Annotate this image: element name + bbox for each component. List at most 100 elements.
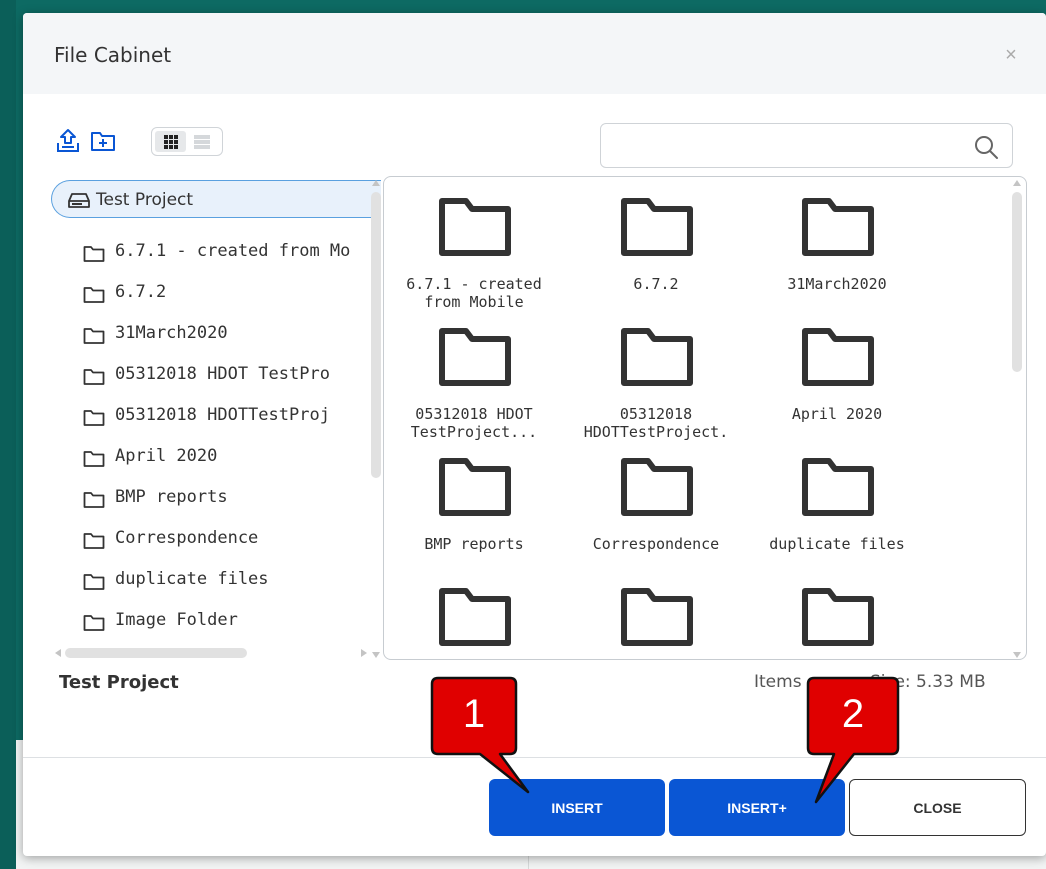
grid-item-label: 31March2020 — [750, 275, 924, 293]
tree-root-label: Test Project — [96, 190, 194, 210]
tree-item[interactable]: Correspondence — [83, 524, 383, 554]
grid-folder-item[interactable]: 6.7.1 - created from Mobile — [387, 191, 557, 321]
grid-item-label: 6.7.2 — [569, 275, 743, 293]
tree-item[interactable]: 6.7.1 - created from Mo — [83, 237, 383, 267]
grid-folder-item[interactable]: BMP reports — [387, 451, 557, 581]
dialog-close-icon[interactable]: × — [999, 43, 1023, 67]
grid-folder-item[interactable]: 05312018 HDOT TestProject... — [387, 321, 557, 451]
grid-folder-item[interactable]: April 2020 — [750, 321, 920, 451]
grid-folder-item[interactable]: duplicate files — [750, 451, 920, 581]
folder-icon — [802, 588, 874, 646]
view-toggle — [151, 127, 223, 156]
search-input[interactable] — [609, 132, 959, 160]
upload-icon[interactable] — [56, 128, 80, 154]
callout-1-label: 1 — [462, 692, 486, 736]
grid-view-icon — [163, 134, 178, 149]
tree-item[interactable]: 05312018 HDOTTestProj — [83, 401, 383, 431]
scroll-up-icon[interactable] — [1012, 178, 1022, 188]
folder-icon — [83, 615, 105, 631]
folder-tree: Test Project 6.7.1 - created from Mo 6.7.… — [49, 176, 385, 660]
callout-2-label: 2 — [841, 692, 865, 736]
tree-item-label: 6.7.2 — [115, 282, 167, 302]
search-box — [600, 123, 1013, 168]
grid-folder-item[interactable] — [750, 581, 920, 659]
grid-item-label-line1: 31March2020 — [787, 275, 887, 293]
grid-view-button[interactable] — [155, 131, 186, 152]
grid-folder-item[interactable]: Correspondence — [569, 451, 739, 581]
tree-item[interactable]: 6.7.2 — [83, 278, 383, 308]
scroll-left-icon[interactable] — [53, 648, 63, 658]
grid-item-label-line1: 6.7.2 — [633, 275, 679, 293]
scroll-right-icon[interactable] — [359, 648, 369, 658]
grid-item-label-line2: from Mobile — [424, 293, 524, 311]
tree-item[interactable]: BMP reports — [83, 483, 383, 513]
grid-item-label-line1: duplicate files — [769, 535, 905, 553]
folder-icon — [621, 328, 693, 386]
tree-item-label: 05312018 HDOT TestPro — [115, 364, 330, 384]
tree-vertical-scroll-thumb[interactable] — [371, 192, 381, 478]
grid-item-label: duplicate files — [750, 535, 924, 553]
grid-item-label: 6.7.1 - created from Mobile — [387, 275, 561, 311]
grid-item-label-line1: 6.7.1 - created — [406, 275, 542, 293]
search-icon[interactable] — [973, 134, 999, 160]
folder-icon — [802, 458, 874, 516]
folder-icon — [802, 328, 874, 386]
scroll-down-icon[interactable] — [1012, 650, 1022, 660]
dialog-title: File Cabinet — [54, 43, 172, 67]
folder-icon — [621, 458, 693, 516]
tree-item-label: duplicate files — [115, 569, 269, 589]
folder-icon — [83, 246, 105, 262]
folder-icon — [83, 492, 105, 508]
tree-item[interactable]: duplicate files — [83, 565, 383, 595]
folder-icon — [439, 328, 511, 386]
tree-item-label: 6.7.1 - created from Mo — [115, 241, 351, 261]
tree-item-label: 31March2020 — [115, 323, 228, 343]
tree-item[interactable]: 05312018 HDOT TestPro — [83, 360, 383, 390]
tree-horizontal-scrollbar[interactable] — [53, 646, 369, 660]
folder-icon — [83, 287, 105, 303]
folder-icon — [802, 198, 874, 256]
grid-folder-item[interactable]: 05312018 HDOTTestProject. — [569, 321, 739, 451]
tree-vertical-scrollbar[interactable] — [369, 178, 383, 660]
tree-item[interactable]: 31March2020 — [83, 319, 383, 349]
tree-item[interactable]: Image Folder — [83, 606, 383, 636]
grid-item-label-line1: Correspondence — [592, 535, 720, 553]
folder-icon — [83, 410, 105, 426]
tree-item-label: Image Folder — [115, 610, 238, 630]
folder-icon — [83, 328, 105, 344]
tree-root-item[interactable]: Test Project — [51, 180, 381, 218]
folder-icon — [621, 198, 693, 256]
folder-icon — [83, 533, 105, 549]
grid-item-label-line2: TestProject... — [410, 423, 538, 441]
tree-item[interactable]: April 2020 — [83, 442, 383, 472]
grid-folder-item[interactable] — [569, 581, 739, 659]
grid-folder-item[interactable]: 31March2020 — [750, 191, 920, 321]
folder-icon — [83, 369, 105, 385]
items-count-label: Items — [754, 672, 802, 692]
scroll-up-icon[interactable] — [371, 178, 381, 188]
tree-item-label: Correspondence — [115, 528, 259, 548]
grid-item-label: 05312018 HDOT TestProject... — [387, 405, 561, 441]
tree-item-label: 05312018 HDOTTestProj — [115, 405, 330, 425]
folder-icon — [621, 588, 693, 646]
grid-item-label: BMP reports — [387, 535, 561, 553]
grid-item-label-line2: HDOTTestProject. — [583, 423, 729, 441]
grid-folder-item[interactable] — [387, 581, 557, 659]
grid-folder-item[interactable]: 6.7.2 — [569, 191, 739, 321]
grid-item-label: Correspondence — [569, 535, 743, 553]
list-view-button[interactable] — [186, 131, 217, 152]
grid-item-label: 05312018 HDOTTestProject. — [569, 405, 743, 441]
background-strip — [0, 0, 16, 869]
grid-vertical-scroll-thumb[interactable] — [1012, 192, 1022, 372]
tree-horizontal-scroll-thumb[interactable] — [65, 648, 247, 658]
list-view-icon — [193, 134, 210, 149]
grid-item-label-line1: 05312018 — [619, 405, 693, 423]
grid-item-label: April 2020 — [750, 405, 924, 423]
grid-vertical-scrollbar[interactable] — [1009, 178, 1025, 660]
scroll-down-icon[interactable] — [371, 650, 381, 660]
folder-icon — [83, 574, 105, 590]
grid-item-label-line1: 05312018 HDOT — [415, 405, 533, 423]
folder-icon — [439, 458, 511, 516]
tree-item-label: April 2020 — [115, 446, 218, 466]
new-folder-icon[interactable] — [90, 130, 116, 152]
